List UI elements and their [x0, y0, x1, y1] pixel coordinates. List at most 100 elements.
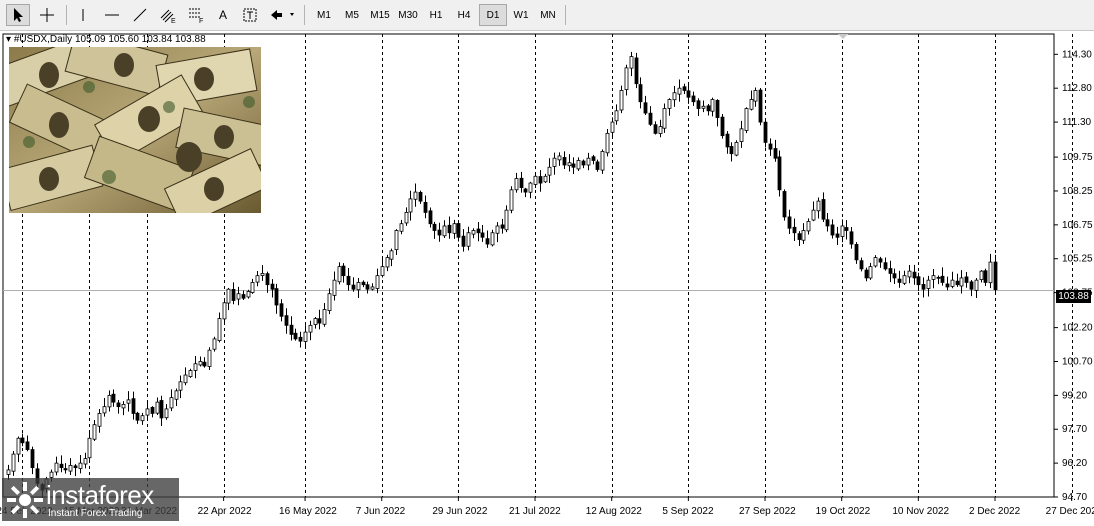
candle-body	[265, 273, 270, 286]
candle-body	[452, 223, 457, 234]
timeframe-w1-button[interactable]: W1	[507, 4, 535, 26]
candle-body	[83, 458, 88, 465]
candle-body	[135, 412, 140, 421]
candle-body	[567, 162, 572, 167]
candle-body	[931, 275, 936, 280]
candle-body	[169, 397, 174, 409]
timeframe-m30-button[interactable]: M30	[394, 4, 422, 26]
candle-body	[691, 95, 696, 103]
candle-body	[849, 231, 854, 245]
x-tick-label: 21 Jul 2022	[509, 506, 561, 517]
candle-body	[974, 279, 979, 291]
candle-body	[811, 209, 816, 221]
candle-body	[916, 276, 921, 286]
chart-menu-triangle-icon[interactable]: ▾	[6, 34, 11, 45]
candle-body	[801, 230, 806, 241]
candle-body	[926, 279, 931, 289]
y-tick-label: 111.30	[1062, 117, 1092, 128]
candle-body	[207, 349, 212, 367]
candle-body	[821, 199, 826, 220]
text-tool-button[interactable]: A	[212, 4, 234, 26]
equidistant-channel-tool-button[interactable]: E	[156, 4, 180, 26]
candle-body	[950, 279, 955, 287]
crosshair-tool-button[interactable]	[34, 4, 60, 26]
candle-body	[643, 102, 648, 114]
candle-body	[725, 133, 730, 148]
candle-body	[768, 143, 773, 150]
timeframe-m1-button[interactable]: M1	[310, 4, 338, 26]
candle-body	[30, 449, 35, 469]
candle-body	[979, 270, 984, 281]
chart-header: ▾ #USDX,Daily 105.09 105.60 103.84 103.8…	[6, 34, 206, 45]
candle-body	[902, 275, 907, 284]
timeframe-mn-button[interactable]: MN	[534, 4, 562, 26]
candle-body	[442, 225, 447, 237]
candle-body	[480, 232, 485, 238]
candle-body	[298, 336, 303, 342]
candle-body	[260, 273, 265, 276]
candle-body	[250, 282, 255, 293]
candle-body	[624, 67, 629, 90]
candle-body	[375, 275, 380, 289]
arrows-tool-dropdown[interactable]	[266, 4, 298, 26]
timeframe-m15-button[interactable]: M15	[366, 4, 394, 26]
vertical-line-tool-button[interactable]	[72, 4, 94, 26]
x-tick-label: 27 Dec 2022	[1046, 506, 1094, 517]
candle-body	[49, 471, 54, 478]
candle-body	[662, 108, 667, 129]
candle-body	[586, 157, 591, 166]
fibonacci-tool-button[interactable]: F	[184, 4, 208, 26]
candle-body	[217, 318, 222, 341]
candle-body	[6, 469, 11, 475]
arrows-dropdown-icon	[271, 10, 294, 20]
candle-body	[370, 286, 375, 290]
trendline-tool-button[interactable]	[128, 4, 152, 26]
candle-body	[385, 257, 390, 268]
candle-body	[16, 437, 21, 455]
candle-body	[308, 324, 313, 333]
candle-body	[859, 260, 864, 270]
timeframe-h1-button[interactable]: H1	[422, 4, 450, 26]
candle-body	[528, 182, 533, 193]
candle-body	[212, 338, 217, 350]
candle-body	[341, 265, 346, 277]
candle-body	[178, 381, 183, 391]
candle-body	[739, 128, 744, 142]
cursor-tool-button[interactable]	[6, 4, 30, 26]
candle-body	[490, 232, 495, 246]
candle-body	[868, 266, 873, 279]
y-tick-label: 97.70	[1062, 424, 1087, 435]
candle-body	[605, 132, 610, 154]
candle-body	[614, 110, 619, 122]
candle-body	[198, 361, 203, 366]
timeframe-d1-button[interactable]: D1	[479, 4, 507, 26]
candle-body	[888, 268, 893, 274]
candle-body	[145, 408, 150, 416]
candle-body	[284, 315, 289, 326]
candle-body	[701, 105, 706, 109]
candle-body	[955, 280, 960, 286]
candle-body	[303, 331, 308, 342]
candle-body	[428, 210, 433, 225]
timeframe-m5-button[interactable]: M5	[338, 4, 366, 26]
text-label-tool-button[interactable]	[238, 4, 262, 26]
horizontal-line-tool-button[interactable]	[100, 4, 124, 26]
candle-body	[797, 233, 802, 240]
candle-body	[792, 226, 797, 234]
candle-body	[667, 99, 672, 109]
candle-body	[959, 277, 964, 287]
toolbar-separator	[66, 5, 67, 25]
candle-body	[629, 56, 634, 69]
x-tick-label: 22 Apr 2022	[198, 506, 252, 517]
candle-body	[270, 283, 275, 290]
text-label-icon	[243, 8, 257, 22]
y-tick-label: 102.20	[1062, 323, 1093, 334]
y-tick-label: 106.75	[1062, 220, 1093, 231]
candle-body	[864, 269, 869, 279]
candle-body	[749, 99, 754, 110]
timeframe-h4-button[interactable]: H4	[450, 4, 478, 26]
candle-body	[696, 100, 701, 109]
y-tick-label: 114.30	[1062, 49, 1092, 60]
y-tick-label: 96.20	[1062, 458, 1087, 469]
candle-body	[351, 284, 356, 290]
